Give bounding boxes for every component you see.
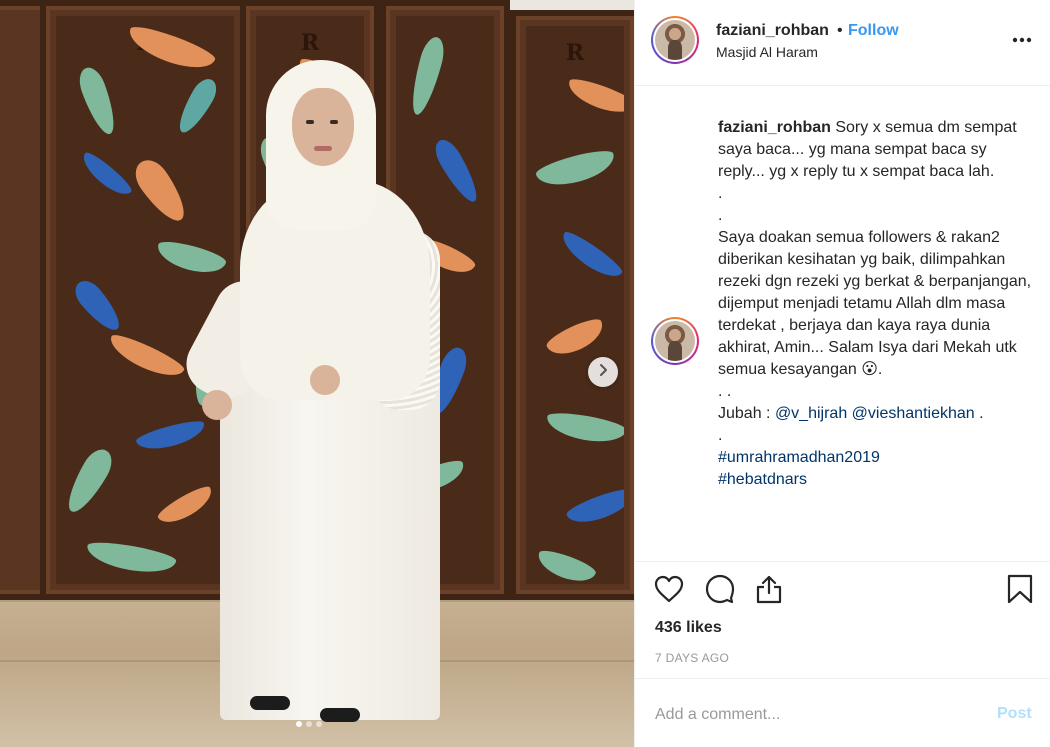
follow-button[interactable]: Follow (848, 22, 899, 40)
carousel-next-button[interactable] (588, 357, 618, 387)
action-bar: 436 likes 7 DAYS AGO (635, 561, 1050, 677)
more-options-icon (1012, 30, 1032, 48)
bookmark-icon (1007, 574, 1033, 609)
avatar[interactable] (651, 16, 699, 64)
share-button[interactable] (752, 574, 786, 608)
separator-dot: • (837, 22, 843, 39)
panel-monogram: R (300, 30, 320, 56)
post-photo[interactable]: R R (0, 0, 634, 747)
avatar[interactable] (651, 317, 699, 365)
share-upload-icon (755, 574, 783, 609)
comment-bubble-icon (705, 574, 735, 609)
post-timestamp[interactable]: 7 DAYS AGO (655, 651, 729, 665)
heart-icon (654, 575, 684, 608)
more-options-button[interactable] (1007, 24, 1037, 54)
comment-button[interactable] (703, 574, 737, 608)
right-hand (310, 365, 340, 395)
carousel-dot (306, 721, 312, 727)
chevron-right-icon (596, 363, 610, 382)
caption-area: faziani_rohban Sory x semua dm sempat sa… (635, 87, 1050, 560)
like-button[interactable] (652, 574, 686, 608)
caption-text: Sory x semua dm sempat saya baca... yg m… (718, 119, 1032, 422)
face (292, 88, 354, 166)
person-figure (175, 60, 460, 747)
save-button[interactable] (1003, 574, 1037, 608)
mention-link[interactable]: @vieshantiekhan (852, 405, 975, 422)
mention-link[interactable]: @v_hijrah (775, 405, 847, 422)
shoe (320, 708, 360, 722)
post-sidebar: faziani_rohban • Follow Masjid Al Haram … (634, 0, 1050, 747)
post-comment-button[interactable]: Post (997, 705, 1032, 723)
hashtag-link[interactable]: #hebatdnars (718, 471, 807, 488)
carousel-dot (316, 721, 322, 727)
post-header: faziani_rohban • Follow Masjid Al Haram (635, 0, 1050, 86)
carousel-dot-active (296, 721, 302, 727)
carousel-indicator (296, 721, 322, 727)
comment-bar: Post (635, 678, 1050, 747)
hashtag-link[interactable]: #umrahramadhan2019 (718, 449, 880, 466)
like-count[interactable]: 436 likes (655, 619, 722, 637)
shoe (250, 696, 290, 710)
location-link[interactable]: Masjid Al Haram (716, 44, 818, 60)
caption-username-link[interactable]: faziani_rohban (718, 119, 831, 136)
decorative-panel: R (510, 10, 634, 600)
left-hand (202, 390, 232, 420)
caption: faziani_rohban Sory x semua dm sempat sa… (718, 117, 1036, 491)
comment-input[interactable] (655, 703, 975, 727)
panel-monogram: R (565, 40, 585, 66)
username-link[interactable]: faziani_rohban (716, 22, 829, 40)
